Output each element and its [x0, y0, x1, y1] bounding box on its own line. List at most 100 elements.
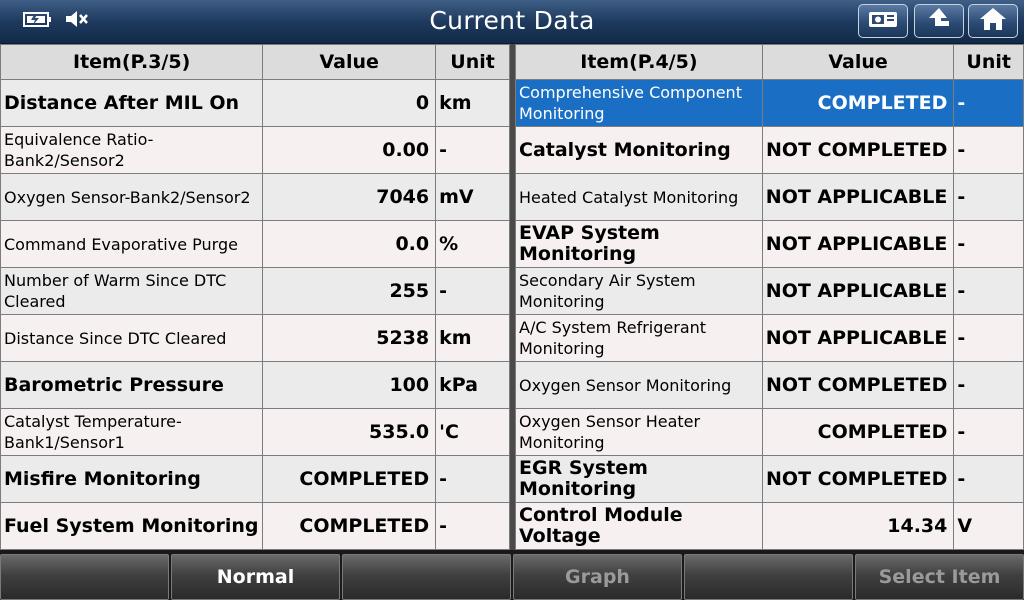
unit-cell: 'C: [436, 409, 509, 455]
left-data-table: Item(P.3/5) Value Unit Distance After MI…: [0, 44, 510, 550]
normal-button[interactable]: Normal: [171, 554, 340, 600]
item-cell: A/C System Refrigerant Monitoring: [516, 315, 762, 361]
right-data-table: Item(P.4/5) Value Unit Comprehensive Com…: [515, 44, 1024, 550]
value-cell: 0: [263, 80, 436, 126]
value-cell: NOT APPLICABLE: [762, 174, 954, 220]
value-cell: NOT COMPLETED: [762, 362, 954, 408]
table-row[interactable]: Control Module Voltage 14.34 V: [516, 503, 1023, 549]
print-icon: [866, 7, 900, 35]
table-row[interactable]: Fuel System Monitoring COMPLETED -: [1, 503, 509, 549]
item-column-header[interactable]: Item(P.3/5): [1, 45, 263, 79]
unit-cell: -: [954, 409, 1023, 455]
footer-button-5[interactable]: [684, 554, 853, 600]
value-cell: NOT APPLICABLE: [762, 221, 954, 267]
table-row[interactable]: Oxygen Sensor Monitoring NOT COMPLETED -: [516, 362, 1023, 408]
item-cell: Barometric Pressure: [1, 362, 263, 408]
left-data-panel: Item(P.3/5) Value Unit Distance After MI…: [0, 44, 510, 550]
table-row[interactable]: Catalyst Temperature-Bank1/Sensor1 535.0…: [1, 409, 509, 455]
unit-cell: -: [436, 456, 509, 502]
item-cell: Distance After MIL On: [1, 80, 263, 126]
table-header-row: Item(P.4/5) Value Unit: [516, 45, 1023, 79]
item-cell: Oxygen Sensor-Bank2/Sensor2: [1, 174, 263, 220]
footer-button-3[interactable]: [342, 554, 511, 600]
table-row[interactable]: EVAP System Monitoring NOT APPLICABLE -: [516, 221, 1023, 267]
value-cell: 100: [263, 362, 436, 408]
table-row[interactable]: Secondary Air System Monitoring NOT APPL…: [516, 268, 1023, 314]
value-cell: NOT COMPLETED: [762, 127, 954, 173]
unit-cell: -: [954, 221, 1023, 267]
bottom-toolbar: Normal Graph Select Item: [0, 550, 1024, 600]
right-data-panel: Item(P.4/5) Value Unit Comprehensive Com…: [515, 44, 1024, 550]
table-row[interactable]: Equivalence Ratio-Bank2/Sensor2 0.00 -: [1, 127, 509, 173]
table-row[interactable]: Heated Catalyst Monitoring NOT APPLICABL…: [516, 174, 1023, 220]
value-column-header: Value: [762, 45, 954, 79]
table-row[interactable]: Oxygen Sensor Heater Monitoring COMPLETE…: [516, 409, 1023, 455]
home-button[interactable]: [968, 4, 1018, 38]
graph-button[interactable]: Graph: [513, 554, 682, 600]
table-row[interactable]: Misfire Monitoring COMPLETED -: [1, 456, 509, 502]
footer-button-1[interactable]: [0, 554, 169, 600]
select-item-button[interactable]: Select Item: [855, 554, 1024, 600]
table-row[interactable]: A/C System Refrigerant Monitoring NOT AP…: [516, 315, 1023, 361]
item-cell: Heated Catalyst Monitoring: [516, 174, 762, 220]
unit-cell: V: [954, 503, 1023, 549]
item-cell: Equivalence Ratio-Bank2/Sensor2: [1, 127, 263, 173]
value-cell: NOT APPLICABLE: [762, 268, 954, 314]
value-column-header: Value: [263, 45, 436, 79]
value-cell: COMPLETED: [762, 80, 954, 126]
table-row[interactable]: Catalyst Monitoring NOT COMPLETED -: [516, 127, 1023, 173]
value-cell: 0.00: [263, 127, 436, 173]
unit-cell: km: [436, 80, 509, 126]
table-row[interactable]: EGR System Monitoring NOT COMPLETED -: [516, 456, 1023, 502]
table-row-selected[interactable]: Comprehensive Component Monitoring COMPL…: [516, 80, 1023, 126]
back-button[interactable]: [914, 4, 964, 38]
item-cell: Oxygen Sensor Heater Monitoring: [516, 409, 762, 455]
unit-cell: -: [436, 503, 509, 549]
value-cell: 5238: [263, 315, 436, 361]
item-cell: Number of Warm Since DTC Cleared: [1, 268, 263, 314]
item-cell: Oxygen Sensor Monitoring: [516, 362, 762, 408]
value-cell: 7046: [263, 174, 436, 220]
item-column-header[interactable]: Item(P.4/5): [516, 45, 762, 79]
item-cell: Catalyst Temperature-Bank1/Sensor1: [1, 409, 263, 455]
table-row[interactable]: Distance After MIL On 0 km: [1, 80, 509, 126]
table-row[interactable]: Oxygen Sensor-Bank2/Sensor2 7046 mV: [1, 174, 509, 220]
unit-cell: -: [954, 174, 1023, 220]
table-header-row: Item(P.3/5) Value Unit: [1, 45, 509, 79]
unit-cell: kPa: [436, 362, 509, 408]
value-cell: 255: [263, 268, 436, 314]
value-cell: COMPLETED: [762, 409, 954, 455]
table-row[interactable]: Distance Since DTC Cleared 5238 km: [1, 315, 509, 361]
value-cell: COMPLETED: [263, 503, 436, 549]
unit-cell: -: [954, 315, 1023, 361]
unit-cell: -: [954, 80, 1023, 126]
title-bar: Current Data: [0, 0, 1024, 44]
table-row[interactable]: Number of Warm Since DTC Cleared 255 -: [1, 268, 509, 314]
table-row[interactable]: Barometric Pressure 100 kPa: [1, 362, 509, 408]
item-cell: Command Evaporative Purge: [1, 221, 263, 267]
value-cell: 14.34: [762, 503, 954, 549]
unit-column-header: Unit: [954, 45, 1023, 79]
item-cell: EGR System Monitoring: [516, 456, 762, 502]
item-cell: Misfire Monitoring: [1, 456, 263, 502]
item-cell: Control Module Voltage: [516, 503, 762, 549]
item-cell: Distance Since DTC Cleared: [1, 315, 263, 361]
unit-cell: -: [954, 362, 1023, 408]
unit-cell: -: [954, 127, 1023, 173]
unit-cell: -: [954, 456, 1023, 502]
table-row[interactable]: Command Evaporative Purge 0.0 %: [1, 221, 509, 267]
unit-cell: km: [436, 315, 509, 361]
item-cell: Fuel System Monitoring: [1, 503, 263, 549]
unit-column-header: Unit: [436, 45, 509, 79]
value-cell: COMPLETED: [263, 456, 436, 502]
unit-cell: -: [436, 127, 509, 173]
print-button[interactable]: [858, 4, 908, 38]
unit-cell: -: [954, 268, 1023, 314]
value-cell: NOT APPLICABLE: [762, 315, 954, 361]
value-cell: 0.0: [263, 221, 436, 267]
value-cell: 535.0: [263, 409, 436, 455]
back-arrow-icon: [924, 6, 954, 36]
item-cell: EVAP System Monitoring: [516, 221, 762, 267]
unit-cell: %: [436, 221, 509, 267]
item-cell: Secondary Air System Monitoring: [516, 268, 762, 314]
